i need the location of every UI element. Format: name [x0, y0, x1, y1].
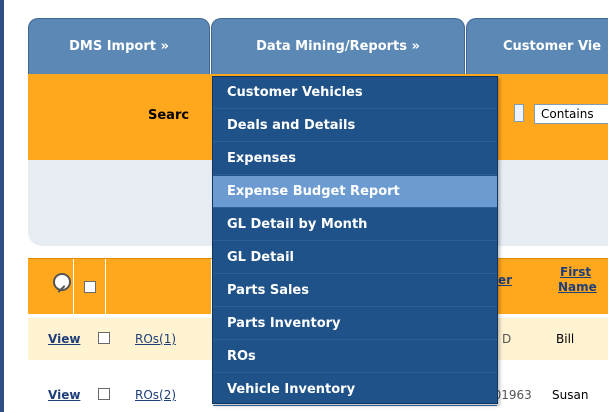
header-check-cell — [74, 259, 106, 315]
tab-dms-import[interactable]: DMS Import » — [28, 18, 210, 74]
match-type-select[interactable]: Contains — [534, 104, 608, 124]
search-icon[interactable] — [53, 273, 71, 291]
main-nav-tabs: DMS Import » Data Mining/Reports » Custo… — [28, 18, 608, 74]
column-header-first-name[interactable]: First — [560, 265, 591, 280]
first-name-cell: Susan — [552, 388, 589, 402]
tab-data-mining-reports[interactable]: Data Mining/Reports » — [211, 18, 465, 74]
row-checkbox[interactable] — [98, 388, 110, 400]
menu-item-ros[interactable]: ROs — [213, 341, 497, 373]
header-ros-cell — [106, 259, 212, 315]
menu-item-deals-and-details[interactable]: Deals and Details — [213, 110, 497, 142]
reports-dropdown-menu: Customer Vehicles Deals and Details Expe… — [212, 76, 498, 406]
tab-customer-view[interactable]: Customer Vie — [466, 18, 608, 74]
menu-item-parts-inventory[interactable]: Parts Inventory — [213, 308, 497, 340]
ros-link[interactable]: ROs(1) — [135, 332, 176, 346]
row-checkbox[interactable] — [98, 332, 110, 344]
menu-item-gl-detail-by-month[interactable]: GL Detail by Month — [213, 209, 497, 241]
search-label: Searc — [148, 108, 190, 123]
menu-item-vehicle-inventory[interactable]: Vehicle Inventory — [213, 374, 497, 406]
ros-link[interactable]: ROs(2) — [135, 388, 176, 402]
view-link[interactable]: View — [48, 388, 80, 402]
menu-item-gl-detail[interactable]: GL Detail — [213, 242, 497, 274]
view-link[interactable]: View — [48, 332, 80, 346]
tab-label: Data Mining/Reports » — [256, 39, 420, 54]
tab-label: Customer Vie — [503, 39, 602, 54]
left-border — [0, 0, 4, 412]
select-all-checkbox[interactable] — [84, 281, 96, 293]
menu-item-expenses[interactable]: Expenses — [213, 143, 497, 175]
column-header-partial[interactable]: er — [498, 273, 512, 288]
field-select[interactable] — [514, 104, 524, 122]
first-name-cell: Bill — [556, 332, 575, 346]
tab-label: DMS Import » — [69, 39, 169, 54]
partial-cell: D — [502, 332, 512, 346]
header-icon-cell — [28, 259, 74, 315]
menu-item-customer-vehicles[interactable]: Customer Vehicles — [213, 77, 497, 109]
column-header-first-name-2[interactable]: Name — [558, 280, 597, 295]
menu-item-expense-budget-report[interactable]: Expense Budget Report — [213, 176, 497, 208]
menu-item-parts-sales[interactable]: Parts Sales — [213, 275, 497, 307]
